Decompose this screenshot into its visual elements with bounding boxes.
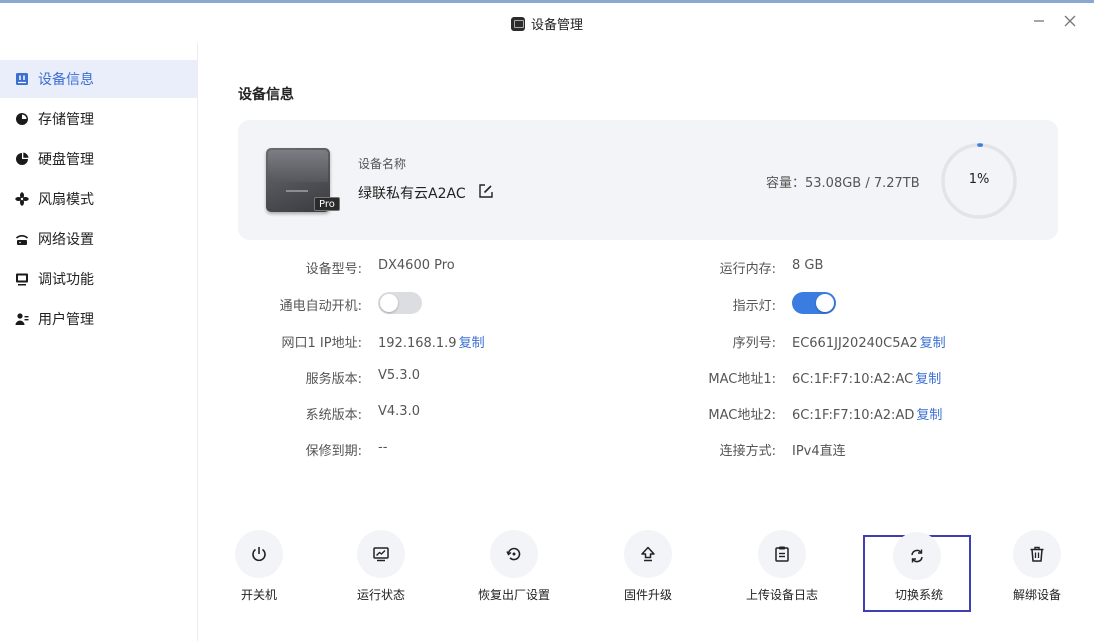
serial-value: EC661JJ20240C5A2 bbox=[792, 336, 918, 351]
sidebar-item-fan[interactable]: 风扇模式 bbox=[0, 180, 197, 218]
system-version-value: V4.3.0 bbox=[378, 404, 420, 419]
switch-icon bbox=[911, 549, 923, 563]
action-label: 解绑设备 bbox=[1012, 588, 1061, 602]
sidebar-item-network[interactable]: 网络设置 bbox=[0, 220, 197, 258]
run-status-button[interactable]: 运行状态 bbox=[327, 528, 435, 612]
sidebar-item-label: 硬盘管理 bbox=[38, 152, 94, 168]
connection-label: 连接方式: bbox=[719, 444, 776, 459]
firmware-upgrade-button[interactable]: 固件升级 bbox=[594, 528, 702, 612]
factory-reset-icon-circle bbox=[490, 530, 538, 578]
copy-serial-link[interactable]: 复制 bbox=[920, 336, 946, 351]
device-info-icon bbox=[14, 71, 30, 87]
action-label: 固件升级 bbox=[623, 588, 672, 602]
upload-log-icon-circle bbox=[758, 530, 806, 578]
sidebar-item-label: 设备信息 bbox=[38, 72, 94, 88]
network-icon bbox=[14, 231, 30, 247]
power-button[interactable]: 开关机 bbox=[205, 528, 313, 612]
unbind-device-button[interactable]: 解绑设备 bbox=[983, 528, 1091, 612]
serial-value-row: EC661JJ20240C5A2 复制 bbox=[792, 332, 946, 351]
model-value: DX4600 Pro bbox=[378, 258, 455, 273]
action-label: 恢复出厂设置 bbox=[477, 588, 550, 602]
warranty-label: 保修到期: bbox=[305, 444, 362, 459]
indicator-light-label: 指示灯: bbox=[732, 299, 776, 314]
sidebar-item-label: 风扇模式 bbox=[38, 192, 94, 208]
switch-system-icon-circle bbox=[893, 532, 941, 580]
action-label: 开关机 bbox=[240, 588, 277, 602]
edit-name-button[interactable] bbox=[478, 183, 494, 199]
sidebar-item-disk[interactable]: 硬盘管理 bbox=[0, 140, 197, 178]
copy-ip-link[interactable]: 复制 bbox=[459, 336, 485, 351]
action-label: 切换系统 bbox=[894, 588, 943, 602]
trash-icon bbox=[1030, 546, 1044, 562]
service-version-value: V5.3.0 bbox=[378, 368, 420, 383]
upgrade-icon bbox=[641, 546, 655, 562]
debug-icon bbox=[14, 271, 30, 287]
users-icon bbox=[14, 311, 30, 327]
toggle-knob bbox=[816, 294, 834, 312]
device-icon bbox=[510, 17, 525, 31]
sidebar-item-device-info[interactable]: 设备信息 bbox=[0, 60, 197, 98]
disk-pie-icon bbox=[14, 151, 30, 167]
memory-value: 8 GB bbox=[792, 258, 824, 273]
ip-value-row: 192.168.1.9 复制 bbox=[378, 332, 485, 351]
action-label: 上传设备日志 bbox=[745, 588, 818, 602]
window-title-text: 设备管理 bbox=[530, 18, 583, 33]
sidebar-item-label: 用户管理 bbox=[38, 312, 94, 328]
memory-label: 运行内存: bbox=[719, 262, 776, 277]
ip-value: 192.168.1.9 bbox=[378, 336, 457, 351]
firmware-upgrade-icon-circle bbox=[624, 530, 672, 578]
close-icon bbox=[1064, 15, 1076, 27]
system-version-label: 系统版本: bbox=[305, 408, 362, 423]
sidebar-item-storage[interactable]: 存储管理 bbox=[0, 100, 197, 138]
log-icon bbox=[775, 546, 789, 562]
connection-value: IPv4直连 bbox=[792, 444, 846, 459]
auto-power-on-toggle[interactable] bbox=[378, 292, 422, 314]
usage-percent: 1% bbox=[968, 172, 990, 187]
indicator-light-toggle[interactable] bbox=[792, 292, 836, 314]
action-label: 运行状态 bbox=[356, 588, 405, 602]
factory-reset-button[interactable]: 恢复出厂设置 bbox=[460, 528, 568, 612]
edit-icon bbox=[479, 184, 493, 198]
mac2-value: 6C:1F:F7:10:A2:AD bbox=[792, 408, 915, 423]
pro-badge: Pro bbox=[314, 197, 340, 211]
fan-icon bbox=[14, 191, 30, 207]
device-name-label: 设备名称 bbox=[358, 157, 407, 171]
page-title: 设备信息 bbox=[238, 87, 294, 103]
pie-chart-icon bbox=[14, 111, 30, 127]
sidebar-item-label: 调试功能 bbox=[38, 272, 94, 288]
sidebar-item-label: 网络设置 bbox=[38, 232, 94, 248]
copy-mac2-link[interactable]: 复制 bbox=[916, 408, 942, 423]
mac1-label: MAC地址1: bbox=[708, 372, 776, 387]
switch-system-button[interactable]: 切换系统 bbox=[863, 532, 971, 612]
run-status-icon-circle bbox=[357, 530, 405, 578]
toggle-knob bbox=[380, 294, 398, 312]
model-label: 设备型号: bbox=[305, 262, 362, 277]
sidebar-item-label: 存储管理 bbox=[38, 112, 94, 128]
copy-mac1-link[interactable]: 复制 bbox=[915, 372, 941, 387]
auto-power-on-label: 通电自动开机: bbox=[279, 299, 362, 314]
upload-log-button[interactable]: 上传设备日志 bbox=[728, 528, 836, 612]
capacity-text: 容量：53.08GB / 7.27TB bbox=[766, 176, 920, 191]
ip-label: 网口1 IP地址: bbox=[281, 336, 362, 351]
unbind-device-icon-circle bbox=[1013, 530, 1061, 578]
service-version-label: 服务版本: bbox=[305, 372, 362, 387]
mac1-value: 6C:1F:F7:10:A2:AC bbox=[792, 372, 914, 387]
restore-icon bbox=[506, 547, 521, 561]
device-name: 绿联私有云A2AC bbox=[358, 186, 466, 202]
device-summary-card: Pro 设备名称 绿联私有云A2AC 容量：53.08GB / 7.27TB 1… bbox=[238, 120, 1058, 240]
mac2-label: MAC地址2: bbox=[708, 408, 776, 423]
mac2-value-row: 6C:1F:F7:10:A2:AD 复制 bbox=[792, 404, 942, 423]
minimize-button[interactable] bbox=[1028, 12, 1050, 34]
close-button[interactable] bbox=[1059, 12, 1081, 34]
power-icon bbox=[252, 547, 266, 562]
mac1-value-row: 6C:1F:F7:10:A2:AC 复制 bbox=[792, 368, 941, 387]
warranty-value: -- bbox=[378, 440, 388, 455]
minimize-icon bbox=[1034, 20, 1044, 22]
monitor-chart-icon bbox=[373, 547, 389, 562]
power-icon-circle bbox=[235, 530, 283, 578]
serial-label: 序列号: bbox=[732, 336, 776, 351]
window-title: 设备管理 bbox=[0, 14, 1094, 33]
title-bar: 设备管理 bbox=[0, 3, 1094, 43]
